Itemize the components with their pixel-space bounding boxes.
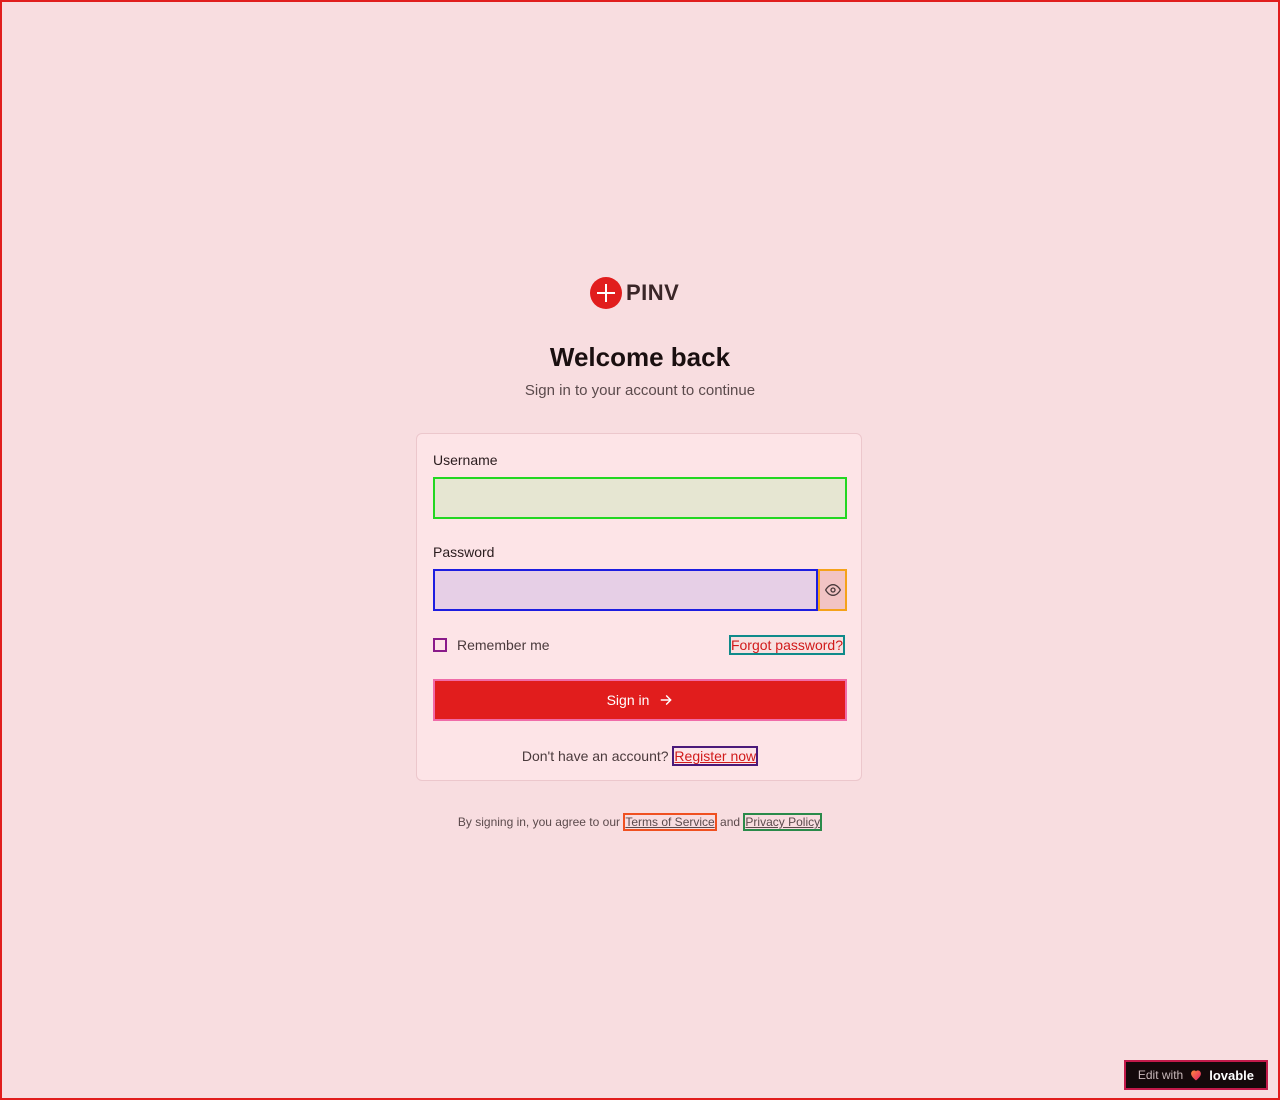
forgot-password-link[interactable]: Forgot password? <box>728 635 845 655</box>
legal-prefix: By signing in, you agree to our <box>457 815 620 829</box>
legal-notice: By signing in, you agree to our Terms of… <box>0 813 1280 831</box>
sign-in-label: Sign in <box>606 692 650 708</box>
privacy-policy-link[interactable]: Privacy Policy <box>743 813 823 831</box>
register-link[interactable]: Register now <box>672 746 759 766</box>
edit-with-lovable-badge[interactable]: Edit with lovable <box>1123 1060 1268 1090</box>
login-card: Username Password Remember me Forgot pas… <box>416 433 862 781</box>
brand-logo: PINV <box>590 277 679 309</box>
heart-icon <box>1191 1070 1202 1081</box>
remember-me-row: Remember me <box>433 637 550 653</box>
brand-name: PINV <box>626 280 680 305</box>
username-input[interactable] <box>433 477 847 519</box>
plus-icon <box>590 277 622 309</box>
remember-me-checkbox[interactable] <box>433 638 447 652</box>
arrow-right-icon <box>661 695 672 705</box>
register-row: Don't have an account? Register now <box>417 746 863 766</box>
toggle-password-visibility-button[interactable] <box>818 569 847 611</box>
page-title: Welcome back <box>549 342 731 372</box>
eye-icon <box>824 584 841 596</box>
sign-in-button[interactable]: Sign in <box>433 679 847 721</box>
password-label: Password <box>433 544 495 560</box>
remember-me-label: Remember me <box>457 637 550 653</box>
badge-prefix: Edit with <box>1137 1068 1184 1082</box>
terms-of-service-link[interactable]: Terms of Service <box>623 813 717 831</box>
register-prompt: Don't have an account? <box>521 748 669 764</box>
page-subtitle: Sign in to your account to continue <box>524 382 756 399</box>
legal-and: and <box>720 815 741 829</box>
badge-brand: lovable <box>1209 1067 1254 1083</box>
username-label: Username <box>433 452 498 468</box>
password-input[interactable] <box>433 569 818 611</box>
